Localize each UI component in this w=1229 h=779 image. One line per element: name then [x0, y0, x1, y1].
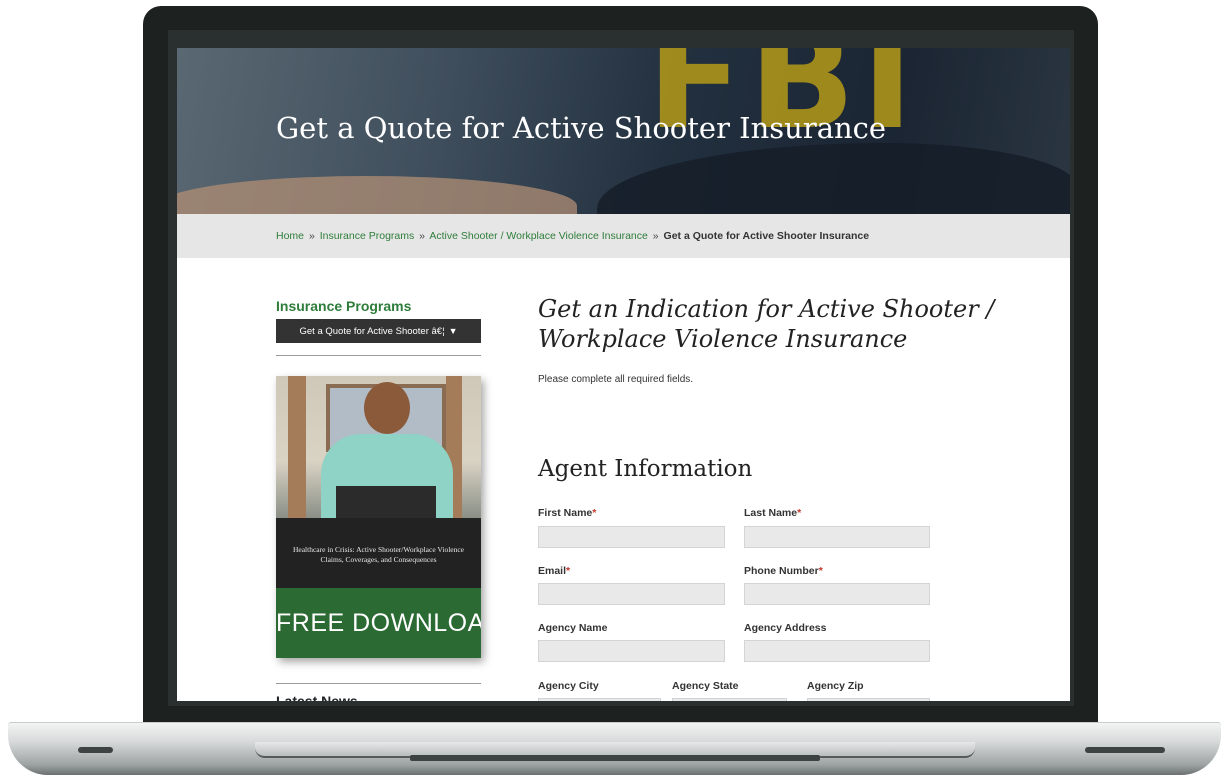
breadcrumb-insurance-programs-link[interactable]: Insurance Programs: [320, 230, 415, 242]
agency-state-field[interactable]: [672, 698, 787, 701]
last-name-label: Last Name*: [744, 507, 801, 519]
breadcrumb-separator: »: [308, 230, 315, 242]
agency-city-label: Agency City: [538, 680, 599, 692]
laptop-port: [78, 747, 113, 753]
agency-address-field[interactable]: [744, 640, 930, 662]
promo-image-patient-head: [364, 382, 410, 434]
agency-name-label: Agency Name: [538, 622, 608, 634]
program-select[interactable]: Get a Quote for Active Shooter â€¦ ▼: [276, 319, 481, 343]
form-instructions: Please complete all required fields.: [538, 374, 694, 385]
breadcrumb-separator: »: [419, 230, 426, 242]
caret-down-icon: ▼: [448, 326, 458, 336]
promo-image-wheelchair: [336, 486, 436, 518]
laptop-port: [1085, 747, 1165, 753]
last-name-field[interactable]: [744, 526, 930, 548]
sidebar-title: Insurance Programs: [276, 298, 412, 314]
required-marker: *: [592, 507, 597, 519]
hero-background-shape: [177, 176, 577, 214]
agency-name-field[interactable]: [538, 640, 725, 662]
program-select-value: Get a Quote for Active Shooter â€¦: [299, 326, 445, 337]
last-name-label-text: Last Name: [744, 507, 798, 519]
free-download-button[interactable]: FREE DOWNLOAD: [276, 588, 481, 658]
agency-zip-field[interactable]: [807, 698, 930, 701]
promo-description: Healthcare in Crisis: Active Shooter/Wor…: [276, 518, 481, 588]
sidebar-divider: [276, 355, 481, 356]
breadcrumb-home-link[interactable]: Home: [276, 230, 304, 242]
required-marker: *: [818, 565, 823, 577]
phone-number-label-text: Phone Number: [744, 565, 819, 577]
sidebar-divider: [276, 683, 481, 684]
section-title-agent-information: Agent Information: [538, 456, 753, 482]
agency-city-field[interactable]: [538, 698, 661, 701]
breadcrumb: Home » Insurance Programs » Active Shoot…: [177, 214, 1070, 258]
agency-address-label: Agency Address: [744, 622, 827, 634]
breadcrumb-active-shooter-link[interactable]: Active Shooter / Workplace Violence Insu…: [429, 230, 647, 242]
required-marker: *: [797, 507, 802, 519]
required-marker: *: [566, 565, 571, 577]
phone-number-field[interactable]: [744, 583, 930, 605]
email-field[interactable]: [538, 583, 725, 605]
promo-image-door: [288, 376, 306, 518]
email-label-text: Email: [538, 565, 567, 577]
agency-zip-label: Agency Zip: [807, 680, 864, 692]
agency-state-label: Agency State: [672, 680, 739, 692]
first-name-field[interactable]: [538, 526, 725, 548]
laptop-hinge-line: [410, 755, 820, 761]
first-name-label: First Name*: [538, 507, 596, 519]
first-name-label-text: First Name: [538, 507, 593, 519]
latest-news-title: Latest News: [276, 693, 358, 701]
phone-number-label: Phone Number*: [744, 565, 823, 577]
email-label: Email*: [538, 565, 570, 577]
promo-image: [276, 376, 481, 518]
form-heading: Get an Indication for Active Shooter / W…: [538, 295, 995, 353]
breadcrumb-current: Get a Quote for Active Shooter Insurance: [663, 230, 870, 242]
hero-banner: FBI Get a Quote for Active Shooter Insur…: [177, 48, 1070, 214]
free-download-promo[interactable]: Healthcare in Crisis: Active Shooter/Wor…: [276, 376, 481, 658]
page-title: Get a Quote for Active Shooter Insurance: [276, 111, 887, 145]
breadcrumb-separator: »: [652, 230, 659, 242]
browser-viewport: FBI Get a Quote for Active Shooter Insur…: [177, 48, 1070, 701]
